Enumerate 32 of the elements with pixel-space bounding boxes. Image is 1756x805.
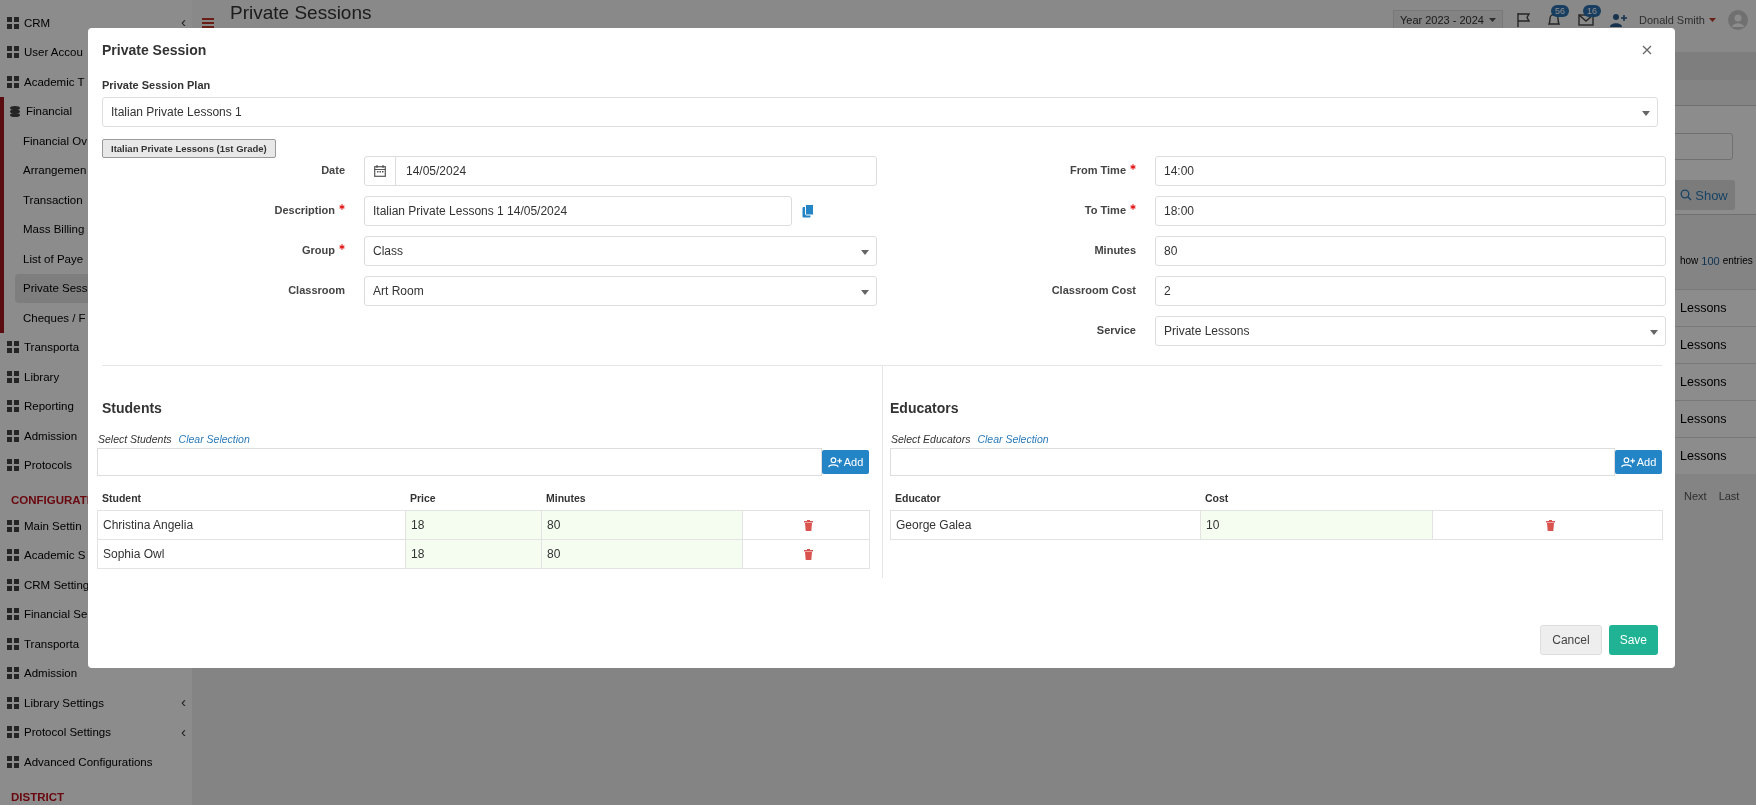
caret-icon: ‹ — [181, 694, 186, 709]
caret-icon: ‹ — [181, 14, 186, 29]
page-title: Private Sessions — [230, 2, 372, 24]
entries-label: entries — [1722, 255, 1753, 267]
field-label: Select Students — [98, 433, 172, 445]
section-title: Educators — [890, 400, 960, 416]
section-heading: DISTRICT — [11, 790, 65, 803]
field-label: Service — [1096, 323, 1136, 338]
column-header: Cost — [1204, 491, 1230, 506]
field-label: Date — [321, 163, 345, 178]
field-label: Private Session Plan — [102, 79, 212, 91]
section-title: Students — [101, 400, 163, 416]
field-label: Minutes — [1094, 243, 1136, 258]
field-label: From Time — [1069, 156, 1136, 180]
count-badge: 56 — [1550, 5, 1569, 17]
field-label: Select Educators — [891, 433, 971, 445]
count-badge: 16 — [1582, 5, 1601, 17]
column-header: Student — [101, 491, 143, 506]
table-cell: Sophia Owl — [97, 539, 406, 569]
table-cell: George Galea — [890, 510, 1201, 540]
field-label: Group — [302, 236, 345, 260]
field-label: Description — [274, 196, 345, 220]
field-label: Classroom Cost — [1051, 283, 1136, 298]
section-heading: CONFIGURATI — [11, 494, 90, 506]
caret-icon: ‹ — [181, 723, 186, 739]
column-header: Educator — [894, 491, 942, 506]
column-header: Price — [409, 491, 437, 506]
field-label: To Time — [1084, 196, 1136, 220]
column-header: Minutes — [545, 491, 587, 506]
entries-label: how — [1680, 255, 1699, 267]
dialog-title: Private Session — [102, 42, 207, 58]
field-label: Classroom — [288, 283, 345, 298]
